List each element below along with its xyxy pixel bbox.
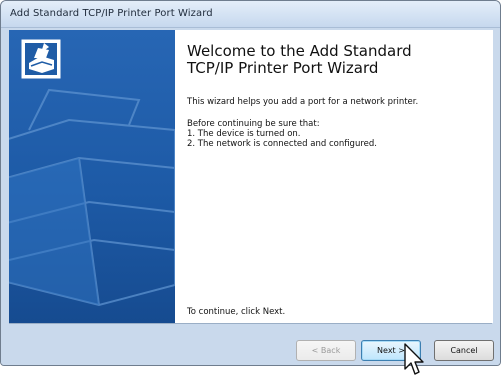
wizard-window: Add Standard TCP/IP Printer Port Wizard — [0, 0, 501, 366]
before-continuing-label: Before continuing be sure that: — [187, 119, 320, 129]
wizard-sidebar — [9, 30, 175, 323]
intro-text: This wizard helps you add a port for a n… — [187, 97, 419, 107]
window-title: Add Standard TCP/IP Printer Port Wizard — [10, 8, 213, 19]
title-bar[interactable]: Add Standard TCP/IP Printer Port Wizard — [1, 1, 500, 28]
checklist-item-2: 2. The network is connected and configur… — [187, 139, 377, 149]
back-button[interactable]: < Back — [296, 340, 356, 361]
cancel-button[interactable]: Cancel — [434, 340, 494, 361]
continue-instruction: To continue, click Next. — [187, 307, 286, 317]
heading-line-2: TCP/IP Printer Port Wizard — [187, 59, 379, 77]
wizard-content: Welcome to the Add Standard TCP/IP Print… — [175, 30, 493, 323]
heading-line-1: Welcome to the Add Standard — [187, 42, 412, 60]
wizard-heading: Welcome to the Add Standard TCP/IP Print… — [187, 43, 487, 77]
checklist-item-1: 1. The device is turned on. — [187, 129, 301, 139]
mouse-cursor-icon — [404, 343, 426, 381]
printer-wizard-icon — [21, 39, 61, 79]
separator-line — [9, 323, 492, 324]
